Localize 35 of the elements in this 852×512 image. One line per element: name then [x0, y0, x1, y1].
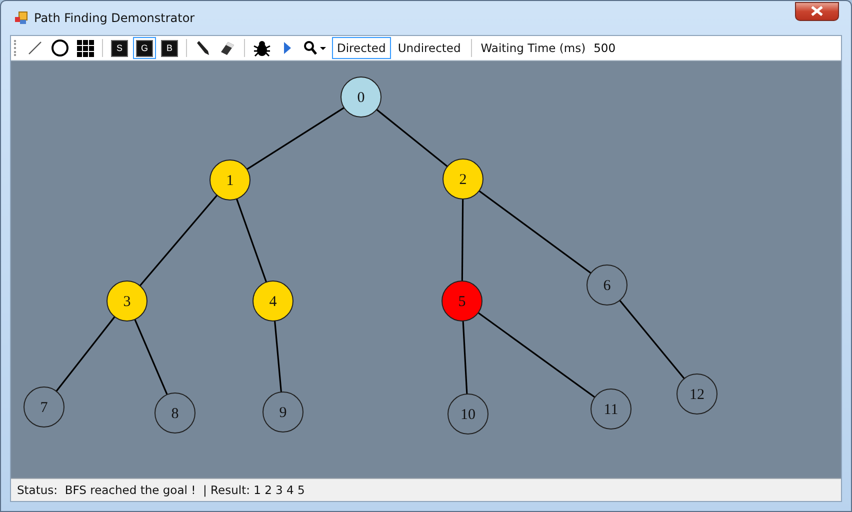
- graph-node[interactable]: 5: [442, 280, 482, 322]
- graph-node[interactable]: 7: [24, 386, 64, 428]
- close-icon: [810, 6, 824, 16]
- graph-node[interactable]: 4: [252, 280, 294, 322]
- graph-node[interactable]: 1: [210, 160, 250, 200]
- grid-tool-button[interactable]: [74, 37, 97, 59]
- graph-edge: [274, 320, 282, 392]
- grid-icon: [77, 40, 94, 56]
- graph-node[interactable]: 6: [586, 264, 628, 306]
- graph-node[interactable]: 9: [262, 392, 304, 432]
- letter-tool-button[interactable]: G: [133, 37, 156, 59]
- graph-node[interactable]: 10: [448, 394, 488, 434]
- line-icon: [27, 40, 43, 56]
- play-icon: [282, 41, 292, 55]
- graph-edge: [376, 108, 448, 168]
- mode-button[interactable]: Directed: [332, 37, 391, 59]
- bug-icon: [253, 40, 271, 56]
- letter-tool-button[interactable]: B: [158, 37, 181, 59]
- app-icon: [14, 11, 28, 25]
- graph-node[interactable]: 0: [340, 76, 382, 118]
- graph-node[interactable]: 2: [442, 158, 484, 200]
- graph-node[interactable]: 8: [154, 392, 196, 434]
- graph-node[interactable]: 11: [590, 388, 632, 430]
- waiting-time-label: Waiting Time (ms): [480, 41, 587, 55]
- close-button[interactable]: [795, 2, 839, 20]
- zoom-icon: [303, 40, 327, 56]
- graph-node[interactable]: 12: [676, 374, 718, 414]
- circle-icon: [51, 39, 69, 57]
- status-text: Status: BFS reached the goal ! | Result: 1 2 3 4 5: [17, 483, 305, 497]
- graph-node[interactable]: 3: [106, 280, 148, 322]
- letter-tool-button[interactable]: S: [108, 37, 131, 59]
- pen-icon: [195, 40, 211, 56]
- eraser-icon: [219, 40, 236, 56]
- mode-button[interactable]: Undirected: [392, 37, 466, 59]
- window-title: Path Finding Demonstrator: [34, 11, 195, 25]
